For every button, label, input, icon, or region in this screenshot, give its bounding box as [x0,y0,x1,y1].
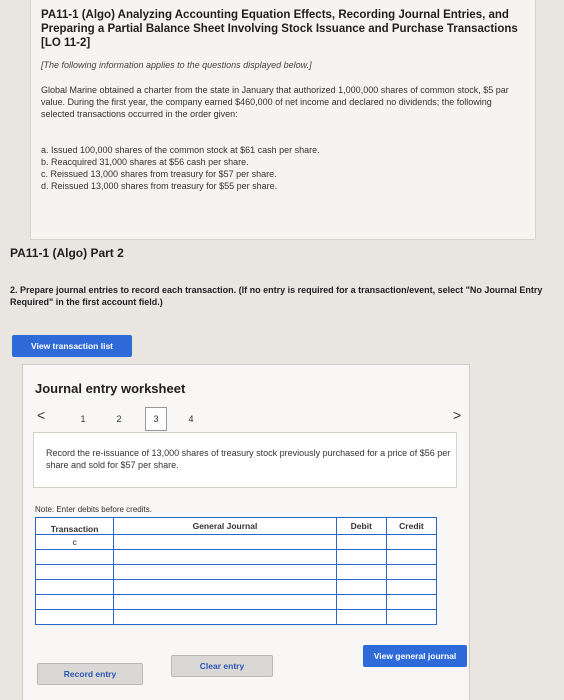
journal-entry-worksheet: Journal entry worksheet < 1 2 3 4 > Reco… [22,364,470,700]
transaction-item: d. Reissued 13,000 shares from treasury … [41,181,278,191]
credit-cell[interactable] [385,594,438,610]
transaction-item: c. Reissued 13,000 shares from treasury … [41,169,277,179]
instructions-main: 2. Prepare journal entries to record eac… [10,285,239,295]
column-header-debit: Debit [335,517,387,535]
debit-cell[interactable] [335,594,387,610]
worksheet-nav: < 1 2 3 4 > [33,405,463,431]
part-title: PA11-1 (Algo) Part 2 [10,246,124,260]
table-row [34,609,438,625]
credit-cell[interactable] [385,534,438,550]
credit-cell[interactable] [385,579,438,595]
column-header-credit: Credit [385,517,438,535]
transaction-cell[interactable] [34,564,115,580]
record-entry-button[interactable]: Record entry [37,663,143,685]
account-cell[interactable] [113,579,337,595]
worksheet-title: Journal entry worksheet [35,381,186,396]
chevron-left-icon[interactable]: < [37,407,45,423]
chevron-right-icon[interactable]: > [453,407,461,423]
transaction-item: b. Reacquired 31,000 shares at $56 cash … [41,157,249,167]
tab-2[interactable]: 2 [109,409,129,429]
debit-cell[interactable] [335,564,387,580]
transaction-description: Record the re-issuance of 13,000 shares … [33,432,457,488]
transaction-item: a. Issued 100,000 shares of the common s… [41,145,320,155]
table-row: c [34,534,438,550]
credit-cell[interactable] [385,564,438,580]
problem-note: [The following information applies to th… [41,60,312,70]
debit-cell[interactable] [335,609,387,625]
transaction-cell[interactable] [34,594,115,610]
table-row [34,579,438,595]
account-cell[interactable] [113,549,337,565]
problem-text: Global Marine obtained a charter from th… [41,85,509,119]
credit-cell[interactable] [385,549,438,565]
column-header-general-journal: General Journal [113,517,337,535]
problem-title: PA11-1 (Algo) Analyzing Accounting Equat… [41,9,518,49]
transaction-cell[interactable] [34,579,115,595]
instructions: 2. Prepare journal entries to record eac… [10,284,550,308]
tab-3[interactable]: 3 [145,407,167,431]
table-header-row: Transaction General Journal Debit Credit [34,517,438,535]
tab-1[interactable]: 1 [73,409,93,429]
account-cell[interactable] [113,609,337,625]
table-row [34,564,438,580]
view-general-journal-button[interactable]: View general journal [363,645,467,667]
table-row [34,549,438,565]
transaction-list: a. Issued 100,000 shares of the common s… [41,144,525,192]
column-header-transaction: Transaction [34,517,115,535]
credit-cell[interactable] [385,609,438,625]
problem-panel: PA11-1 (Algo) Analyzing Accounting Equat… [30,0,536,240]
clear-entry-button[interactable]: Clear entry [171,655,273,677]
account-cell[interactable] [113,564,337,580]
table-row [34,594,438,610]
account-cell[interactable] [113,534,337,550]
account-cell[interactable] [113,594,337,610]
transaction-cell[interactable] [34,549,115,565]
transaction-cell[interactable] [34,609,115,625]
debit-credit-note: Note: Enter debits before credits. [35,505,152,514]
transaction-cell[interactable]: c [34,534,115,550]
journal-table: Transaction General Journal Debit Credit… [34,517,438,625]
debit-cell[interactable] [335,549,387,565]
debit-cell[interactable] [335,534,387,550]
debit-cell[interactable] [335,579,387,595]
tab-4[interactable]: 4 [181,409,201,429]
view-transaction-list-button[interactable]: View transaction list [12,335,132,357]
